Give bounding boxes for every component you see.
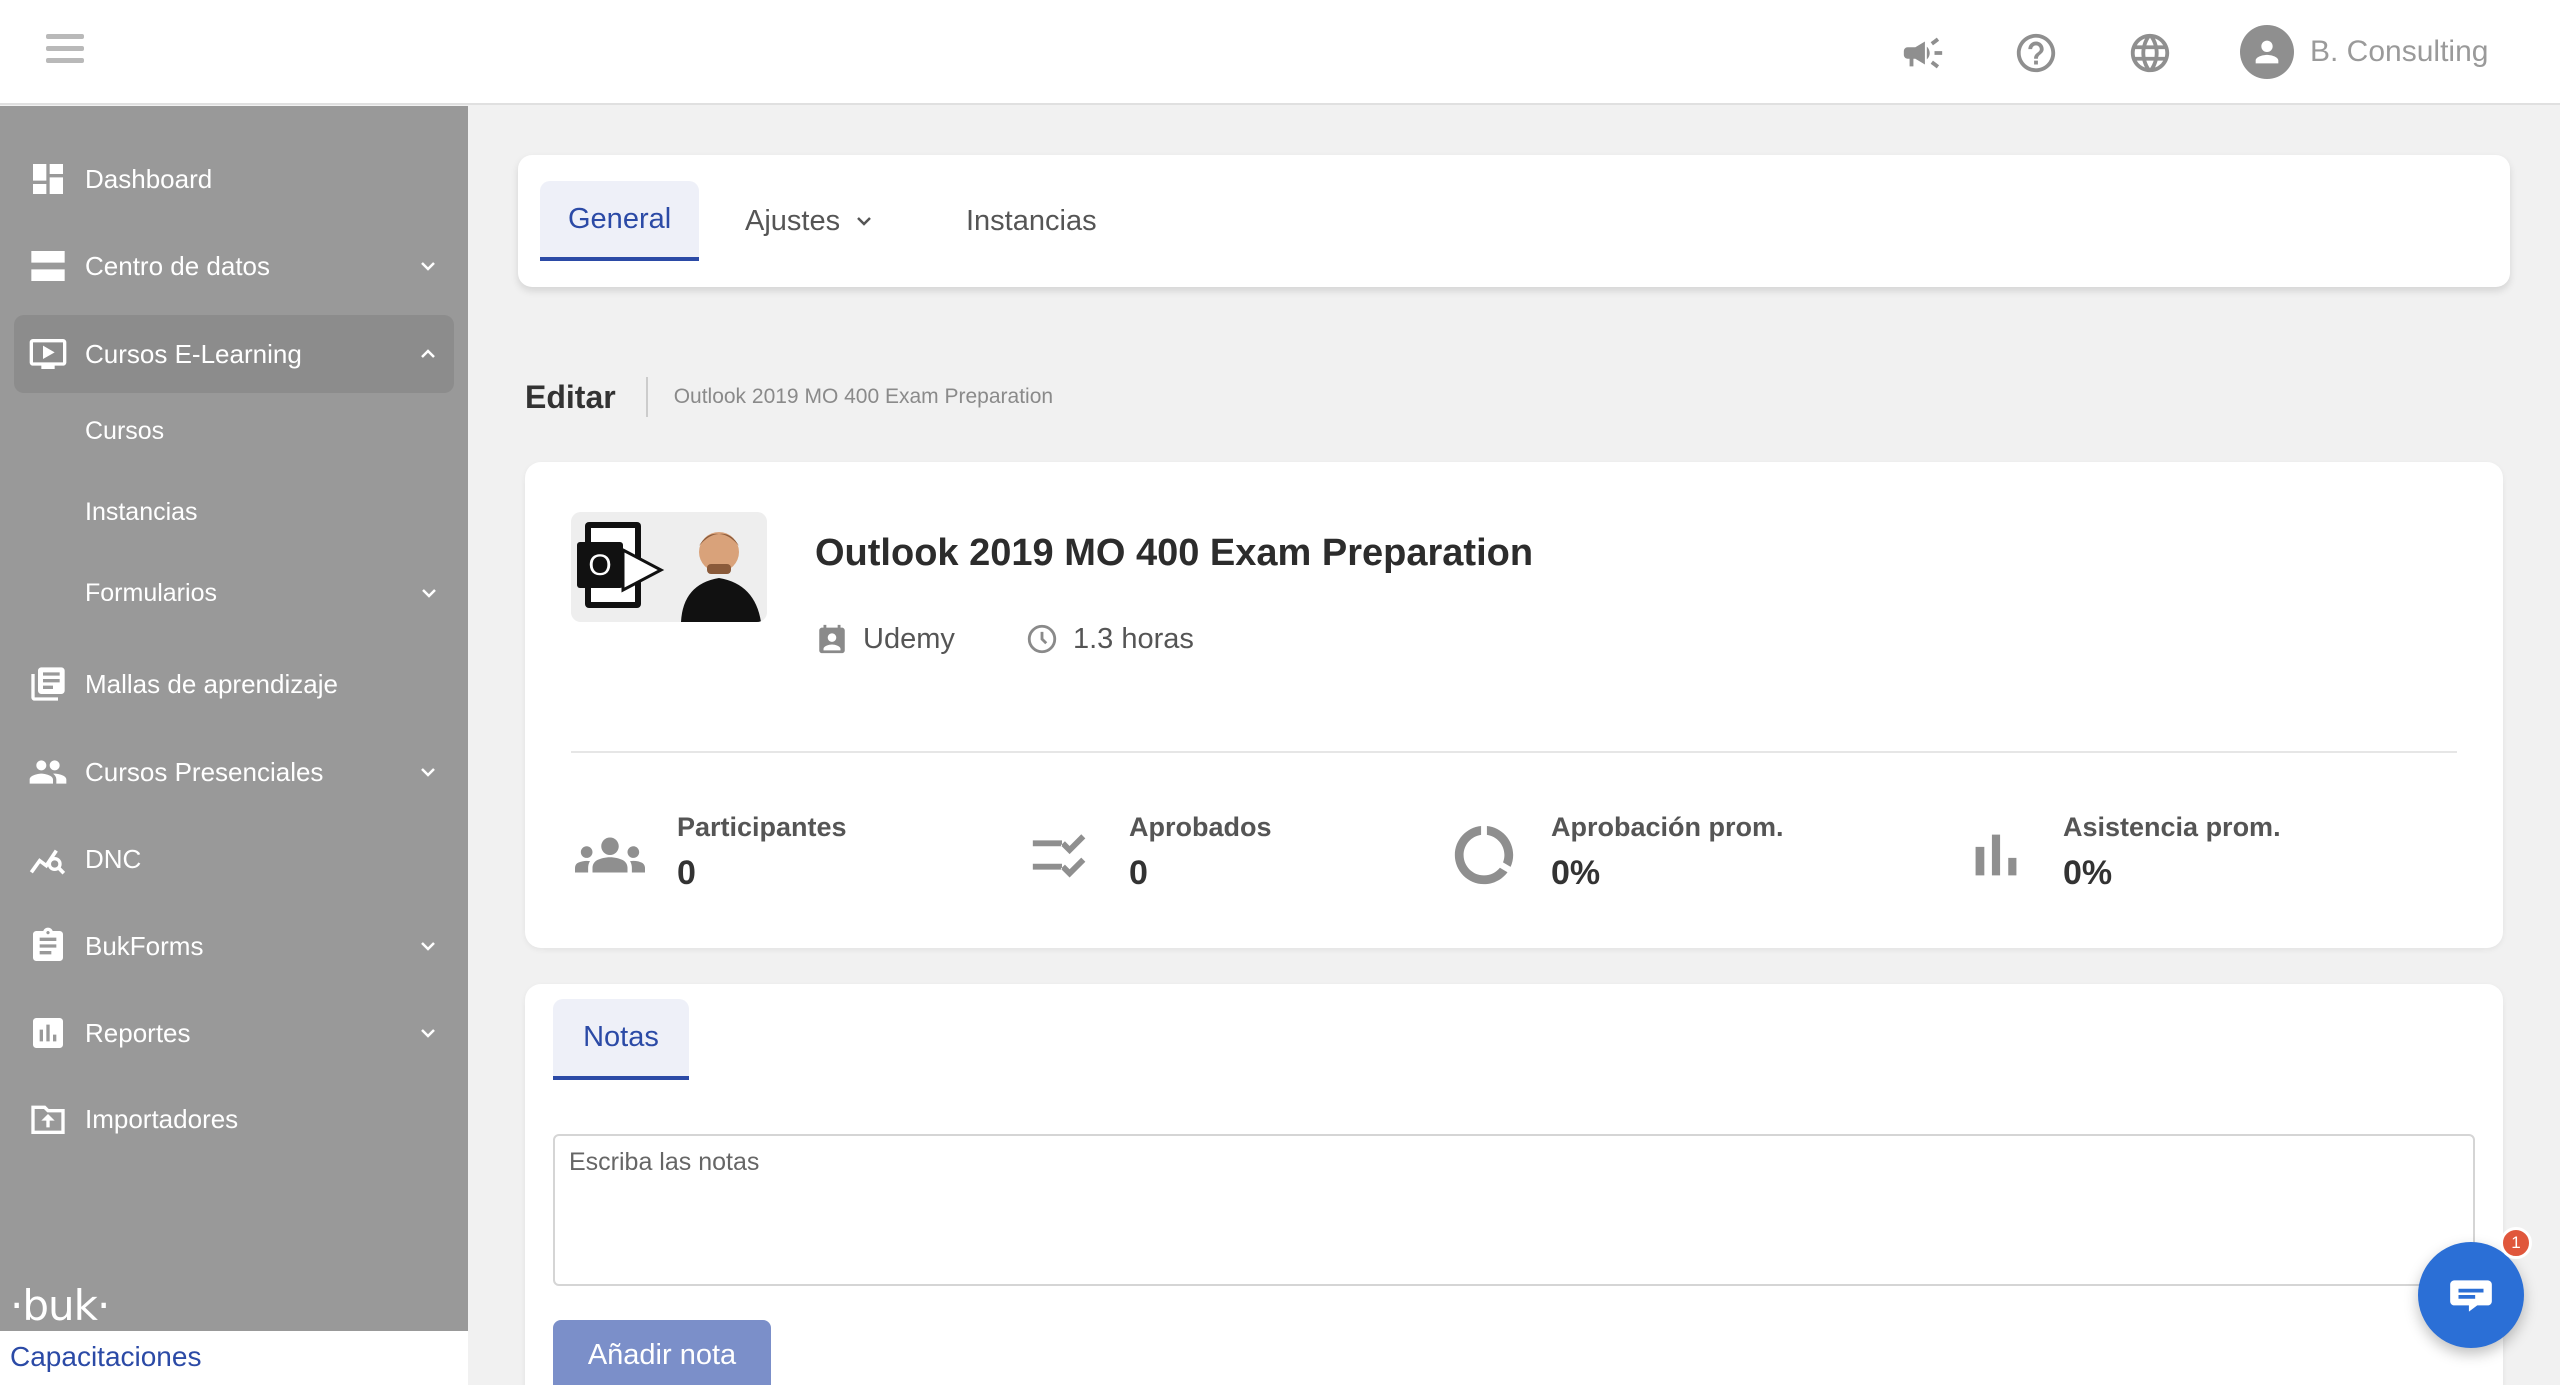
stat-label: Aprobados: [1129, 812, 1272, 842]
sidebar-item-mallas-de-aprendizaje[interactable]: Mallas de aprendizaje: [14, 645, 454, 723]
stat-label: Asistencia prom.: [2063, 812, 2281, 842]
stat-value: 0%: [2063, 854, 2113, 892]
chat-icon: [2450, 1280, 2492, 1312]
clock-icon: [1027, 624, 1057, 654]
sidebar-item-bukforms[interactable]: BukForms: [14, 907, 454, 985]
monitor-play-icon: [29, 339, 67, 369]
user-menu[interactable]: B. Consulting: [2240, 24, 2488, 80]
user-name: B. Consulting: [2310, 35, 2489, 68]
tab-label: Instancias: [966, 204, 1097, 237]
tab-label: Ajustes: [745, 204, 841, 237]
tab-label: General: [568, 202, 672, 235]
chevron-down-icon: [421, 942, 435, 951]
sidebar-item-label: Importadores: [85, 1103, 239, 1134]
sidebar-subitem-cursos[interactable]: Cursos: [85, 411, 455, 451]
sidebar-item-cursos-presenciales[interactable]: Cursos Presenciales: [14, 733, 454, 811]
course-card: O Outlook 2019 MO 400 Exam Preparation U…: [525, 462, 2503, 948]
report-chart-icon: [33, 1018, 63, 1048]
tab-notas[interactable]: Notas: [553, 999, 689, 1080]
chat-button[interactable]: [2418, 1242, 2524, 1348]
top-bar: B. Consulting: [0, 0, 2560, 105]
group-icon: [575, 837, 645, 873]
chevron-down-icon: [857, 217, 871, 226]
chevron-down-icon: [422, 589, 436, 598]
sidebar-item-dashboard[interactable]: Dashboard: [14, 140, 454, 218]
sidebar-item-label: Dashboard: [85, 163, 213, 194]
add-note-button[interactable]: Añadir nota: [553, 1320, 771, 1385]
people-icon: [29, 760, 67, 784]
stat-label: Participantes: [677, 812, 847, 842]
sidebar-item-label: BukForms: [85, 930, 204, 961]
tab-ajustes[interactable]: Ajustes: [745, 181, 876, 261]
chevron-up-icon: [421, 349, 435, 358]
trend-search-icon: [29, 849, 66, 875]
notes-input[interactable]: [553, 1134, 2475, 1286]
notification-badge: 1: [2500, 1227, 2532, 1259]
tab-instancias[interactable]: Instancias: [966, 181, 1097, 261]
notes-card: Notas Añadir nota: [525, 984, 2503, 1385]
sidebar-item-label: Centro de datos: [85, 250, 271, 281]
duration-label: 1.3 horas: [1073, 622, 1194, 655]
menu-icon[interactable]: [46, 34, 84, 68]
stat-value: 0: [1129, 854, 1148, 892]
checklist-icon: [1032, 834, 1086, 878]
clipboard-icon: [33, 927, 63, 961]
megaphone-icon[interactable]: [1900, 30, 1946, 76]
dashboard-icon: [33, 164, 63, 194]
sidebar-subitem-label: Formularios: [85, 579, 217, 607]
donut-chart-icon: [1454, 825, 1514, 885]
stat-value: 0: [677, 854, 696, 892]
heading-divider: [645, 377, 648, 417]
course-title: Outlook 2019 MO 400 Exam Preparation: [815, 532, 1534, 574]
card-divider: [571, 751, 2457, 753]
bar-chart-icon: [1975, 834, 2017, 876]
course-provider: Udemy: [815, 622, 955, 656]
sidebar-item-reportes[interactable]: Reportes: [14, 994, 454, 1072]
sidebar-item-label: Cursos Presenciales: [85, 756, 324, 787]
sidebar-item-label: Mallas de aprendizaje: [85, 668, 338, 699]
globe-icon[interactable]: [2127, 30, 2173, 76]
user-avatar-icon: [2240, 25, 2294, 79]
brand-footer: Capacitaciones: [0, 1331, 468, 1385]
page-title: Editar: [525, 378, 616, 415]
sidebar-subitem-instancias[interactable]: Instancias: [85, 492, 455, 532]
upload-folder-icon: [31, 1105, 65, 1134]
stat-label: Aprobación prom.: [1551, 812, 1784, 842]
sidebar-item-label: Cursos E-Learning: [85, 338, 302, 369]
server-icon: [31, 251, 65, 281]
help-icon[interactable]: [2013, 30, 2059, 76]
sidebar-subitem-formularios[interactable]: Formularios: [85, 573, 455, 613]
sidebar-item-centro-de-datos[interactable]: Centro de datos: [14, 227, 454, 305]
provider-label: Udemy: [863, 622, 955, 655]
tab-general[interactable]: General: [540, 181, 700, 261]
chevron-down-icon: [421, 1029, 435, 1038]
sidebar-item-importadores[interactable]: Importadores: [14, 1080, 454, 1158]
page-heading: Editar Outlook 2019 MO 400 Exam Preparat…: [525, 372, 1053, 422]
tabs-card: General Ajustes Instancias: [518, 155, 2510, 287]
sidebar-item-cursos-e-learning[interactable]: Cursos E-Learning: [14, 315, 454, 393]
sidebar-item-label: DNC: [85, 843, 142, 874]
sidebar-item-dnc[interactable]: DNC: [14, 820, 454, 898]
stat-value: 0%: [1551, 854, 1601, 892]
brand-footer-label: Capacitaciones: [10, 1341, 202, 1372]
chevron-down-icon: [421, 768, 435, 777]
breadcrumb: Outlook 2019 MO 400 Exam Preparation: [673, 385, 1054, 408]
course-thumbnail: O: [571, 512, 767, 622]
svg-text:O: O: [588, 549, 611, 582]
sidebar-item-label: Reportes: [85, 1017, 191, 1048]
library-icon: [31, 667, 65, 701]
buk-logo: ·buk·: [10, 1281, 110, 1330]
course-duration: 1.3 horas: [1025, 622, 1194, 656]
chevron-down-icon: [421, 262, 435, 271]
badge-icon: [819, 624, 845, 654]
